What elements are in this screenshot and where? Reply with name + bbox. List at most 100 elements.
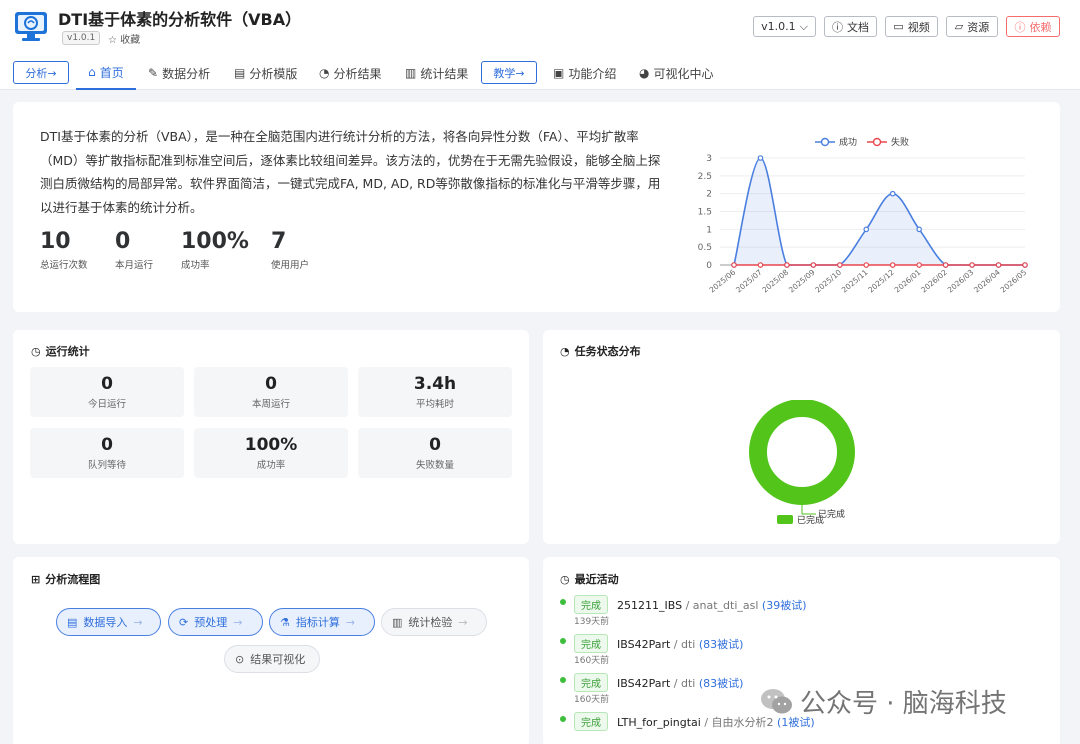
donut-slice (749, 400, 855, 505)
stat-today-label: 今日运行 (87, 399, 126, 410)
edit-icon: ✎ (148, 66, 159, 80)
tab-data-analysis[interactable]: ✎ 数据分析 (148, 56, 210, 90)
flow-step-import[interactable]: ▤ 数据导入 → (56, 608, 161, 636)
activity-status-tag: 完成 (574, 634, 608, 653)
video-button[interactable]: ▭ 视频 (885, 16, 938, 37)
x-tick-label: 2025/07 (734, 268, 764, 295)
y-tick-label: 0.5 (698, 243, 712, 253)
dependencies-label: 依赖 (1029, 20, 1052, 34)
flow-title-label: 分析流程图 (45, 573, 101, 586)
stat-avg-time: 3.4h 平均耗时 (358, 367, 512, 417)
tab-home[interactable]: ⌂ 首页 (76, 56, 136, 90)
tab-data-analysis-label: 数据分析 (162, 66, 211, 81)
app-title: DTI基于体素的分析软件（VBA） (58, 10, 302, 29)
data-point (889, 262, 896, 268)
activity-dot (560, 638, 566, 644)
activity-dot (560, 716, 566, 722)
arrow-right-icon: → (345, 615, 356, 629)
tab-templates[interactable]: ▤ 分析模版 (234, 56, 297, 90)
stat-success-rate: 100% 成功率 (194, 428, 348, 478)
tab-features[interactable]: ▣ 功能介绍 (553, 56, 616, 90)
stat-avg-time-value: 3.4h (413, 374, 457, 394)
legend-swatch (777, 515, 793, 524)
version-tag: v1.0.1 (62, 31, 101, 45)
flow-step-metrics-label: 指标计算 (295, 616, 340, 629)
activity-item-count: (83被试) (695, 638, 744, 651)
data-point (863, 226, 870, 233)
bar-chart-icon: ▥ (392, 615, 403, 629)
list-icon: ▤ (67, 615, 78, 629)
stat-queue: 0 队列等待 (30, 428, 184, 478)
arrow-right-icon: → (133, 615, 143, 629)
tab-results-label: 分析结果 (333, 66, 382, 81)
flow-step-import-label: 数据导入 (83, 616, 128, 629)
activity-time: 160天前 (574, 656, 610, 666)
activity-item-name[interactable]: IBS42Part / dti (83被试) (617, 636, 743, 652)
intro-text: DTI基于体素的分析（VBA），是一种在全脑范围内进行统计分析的方法，将各向异性… (40, 129, 661, 215)
data-point (942, 262, 949, 268)
activity-item-name[interactable]: IBS42Part / dti (83被试) (617, 675, 743, 691)
stat-success-rate-label: 成功率 (256, 460, 286, 471)
help-circle-icon: ⓘ (832, 20, 843, 34)
data-point (837, 262, 843, 268)
analysis-nav-button[interactable]: 分析→ (13, 61, 69, 84)
flask-icon: ⚗ (280, 615, 290, 629)
app-logo-icon (15, 12, 47, 41)
x-tick-label: 2026/05 (999, 268, 1029, 295)
flow-title: ⊞ 分析流程图 (31, 571, 100, 587)
document-icon: ▤ (234, 66, 246, 80)
activity-item-name[interactable]: 251211_IBS / anat_dti_asl (39被试) (617, 597, 807, 613)
y-tick-label: 1 (706, 225, 712, 235)
version-select[interactable]: v1.0.1 ⌵ (753, 16, 816, 37)
data-point (969, 262, 975, 268)
stat-avg-time-label: 平均耗时 (415, 399, 454, 410)
tab-features-label: 功能介绍 (568, 66, 617, 81)
run-stats-title: ◷ 运行统计 (31, 343, 90, 359)
data-point (916, 226, 922, 233)
legend-label: 失败 (891, 136, 909, 148)
version-select-value: v1.0.1 (761, 20, 796, 33)
tab-stats-results[interactable]: ▥ 统计结果 (405, 56, 468, 90)
teach-nav-button[interactable]: 教学→ (481, 61, 537, 84)
kpi-total-runs-value: 10 (40, 229, 71, 254)
stat-queue-value: 0 (101, 435, 113, 455)
flow-step-stats-test[interactable]: ▥ 统计检验 → (381, 608, 487, 636)
data-point (784, 262, 790, 268)
activity-item-title: IBS42Part (617, 638, 671, 651)
arrow-right-icon: → (233, 615, 243, 629)
y-tick-label: 2 (706, 190, 712, 200)
check-circle-icon: ⊙ (235, 652, 245, 666)
activity-dot (560, 599, 566, 605)
runs-trend-chart: 0 0.5 1 1.5 2 2.5 3 2025/062025/072025/082025/0… (698, 136, 1029, 295)
activity-item-title: 251211_IBS (617, 599, 683, 612)
donut-legend: 已完成 (777, 513, 824, 526)
pie-chart-icon: ◔ (560, 344, 570, 358)
x-tick-label: 2025/09 (787, 268, 817, 295)
sitemap-icon: ⊞ (31, 572, 41, 586)
y-tick-label: 2.5 (698, 172, 712, 182)
favorite-button[interactable]: ☆ 收藏 (108, 31, 140, 46)
tab-stats-results-label: 统计结果 (420, 66, 469, 81)
stat-failures-value: 0 (429, 435, 441, 455)
flow-step-visualize[interactable]: ⊙ 结果可视化 (224, 645, 320, 673)
x-tick-label: 2026/03 (946, 268, 976, 295)
refresh-icon: ⟳ (179, 615, 189, 629)
flow-step-preprocess[interactable]: ⟳ 预处理 → (168, 608, 263, 636)
kpi-month-runs-value: 0 (115, 229, 131, 254)
tab-results[interactable]: ◔ 分析结果 (319, 56, 382, 90)
bar-chart-icon: ▥ (405, 66, 417, 80)
dependencies-button[interactable]: ⓘ 依赖 (1006, 16, 1060, 37)
tab-visualization-label: 可视化中心 (653, 66, 714, 81)
tab-home-label: 首页 (99, 65, 124, 80)
x-tick-label: 2025/06 (708, 268, 738, 295)
tab-visualization[interactable]: ◕ 可视化中心 (639, 56, 714, 90)
stat-queue-label: 队列等待 (87, 460, 126, 471)
kpi-users-label: 使用用户 (271, 260, 310, 271)
y-tick-label: 3 (706, 154, 712, 164)
home-icon: ⌂ (88, 65, 96, 79)
flow-step-metrics[interactable]: ⚗ 指标计算 → (269, 608, 375, 636)
stat-week-value: 0 (265, 374, 277, 394)
resources-button[interactable]: ▱ 资源 (946, 16, 998, 37)
x-tick-label: 2026/01 (893, 268, 923, 295)
docs-button[interactable]: ⓘ 文档 (824, 16, 877, 37)
